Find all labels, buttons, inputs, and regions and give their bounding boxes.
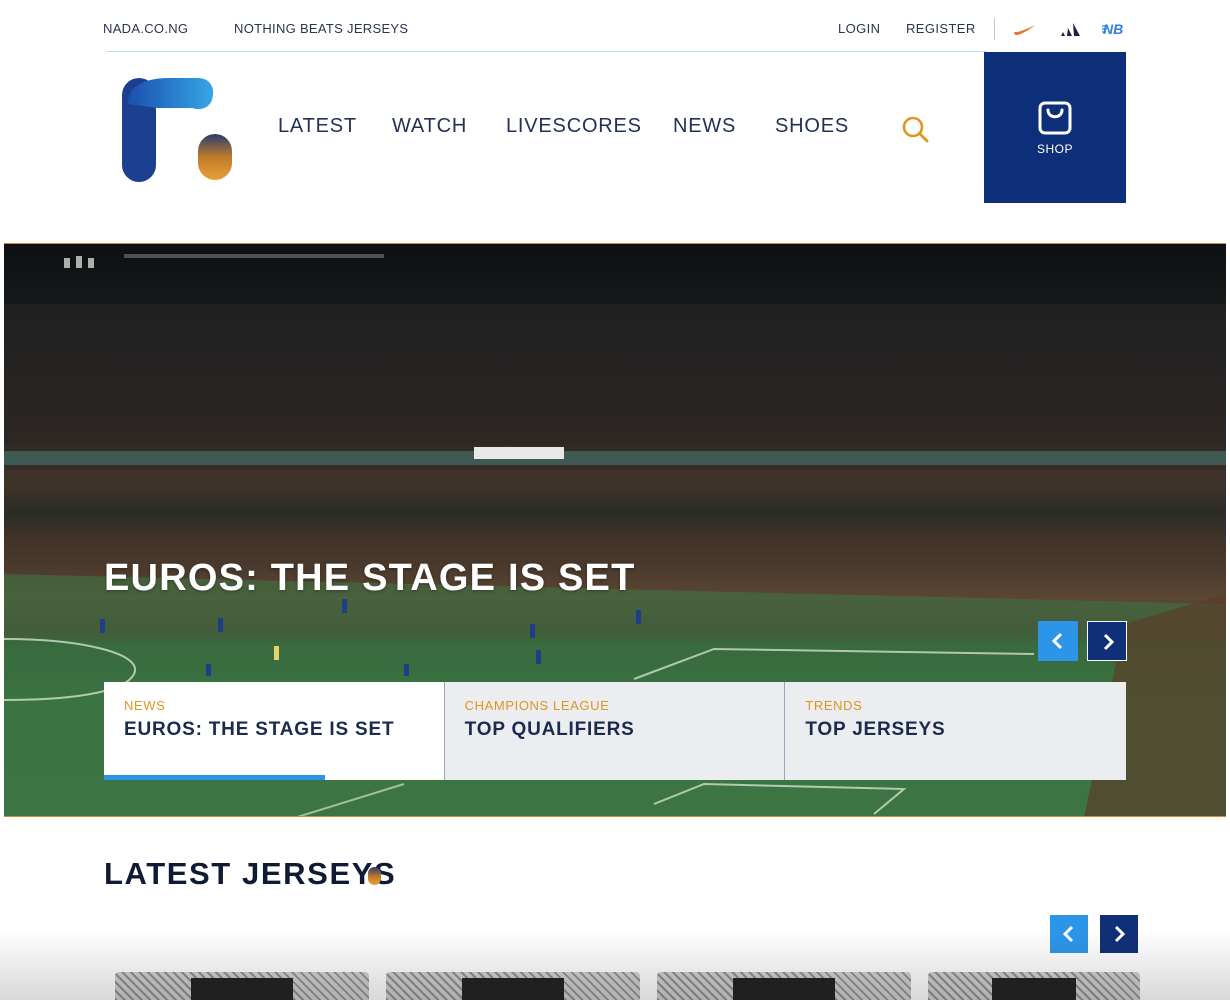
card-category: CHAMPIONS LEAGUE xyxy=(464,698,610,713)
section-title: LATEST JERSEYS xyxy=(104,856,397,891)
hero-next-button[interactable] xyxy=(1087,621,1127,661)
shopping-bag-icon xyxy=(1038,101,1072,135)
chevron-left-icon xyxy=(1051,632,1063,650)
nav-item-latest[interactable]: LATEST xyxy=(278,115,357,138)
new-balance-icon[interactable]: NB xyxy=(1102,20,1128,38)
nav-item-shoes[interactable]: SHOES xyxy=(775,115,849,138)
card-title: EUROS: THE STAGE IS SET xyxy=(124,719,395,740)
latest-next-button[interactable] xyxy=(1100,915,1138,953)
chevron-right-icon xyxy=(1114,925,1126,943)
chevron-left-icon xyxy=(1062,925,1074,943)
slide-progress-bar xyxy=(104,775,325,780)
register-link[interactable]: REGISTER xyxy=(906,21,976,36)
card-category: TRENDS xyxy=(805,698,863,713)
hero-banner[interactable]: EUROS: THE STAGE IS SET NEWS EUROS: THE … xyxy=(4,243,1226,817)
hero-cards: NEWS EUROS: THE STAGE IS SET CHAMPIONS L… xyxy=(104,682,1127,780)
nav-item-watch[interactable]: WATCH xyxy=(392,115,467,138)
hero-card-trends[interactable]: TRENDS TOP JERSEYS xyxy=(785,682,1127,780)
card-title: TOP QUALIFIERS xyxy=(464,719,635,740)
shop-button[interactable]: SHOP xyxy=(984,52,1126,203)
nav-item-news[interactable]: NEWS xyxy=(673,115,736,138)
jersey-card[interactable] xyxy=(115,972,369,1000)
search-icon[interactable] xyxy=(900,114,930,144)
divider xyxy=(994,18,995,40)
hero-prev-button[interactable] xyxy=(1038,621,1078,661)
topbar-rule xyxy=(106,51,986,52)
latest-prev-button[interactable] xyxy=(1050,915,1088,953)
jersey-card[interactable] xyxy=(386,972,640,1000)
hero-card-champions-league[interactable]: CHAMPIONS LEAGUE TOP QUALIFIERS xyxy=(444,682,786,780)
chevron-right-icon xyxy=(1103,633,1115,651)
jersey-card[interactable] xyxy=(928,972,1140,1000)
shop-label: SHOP xyxy=(1036,142,1073,156)
top-utility-bar: NADA.CO.NG NOTHING BEATS JERSEYS LOGIN R… xyxy=(0,0,1230,52)
card-category: NEWS xyxy=(124,698,166,713)
jersey-card[interactable] xyxy=(657,972,911,1000)
login-link[interactable]: LOGIN xyxy=(838,21,880,36)
card-title: TOP JERSEYS xyxy=(805,719,946,740)
nada-logo[interactable] xyxy=(118,74,238,186)
site-tagline: NOTHING BEATS JERSEYS xyxy=(234,21,409,36)
site-domain[interactable]: NADA.CO.NG xyxy=(103,21,188,36)
adidas-icon[interactable] xyxy=(1058,20,1084,38)
nike-icon[interactable] xyxy=(1012,20,1038,38)
hero-title[interactable]: EUROS: THE STAGE IS SET xyxy=(104,557,636,600)
nav-item-livescores[interactable]: LIVESCORES xyxy=(506,115,642,138)
title-accent-dot xyxy=(367,866,382,886)
hero-card-news[interactable]: NEWS EUROS: THE STAGE IS SET xyxy=(104,682,445,780)
